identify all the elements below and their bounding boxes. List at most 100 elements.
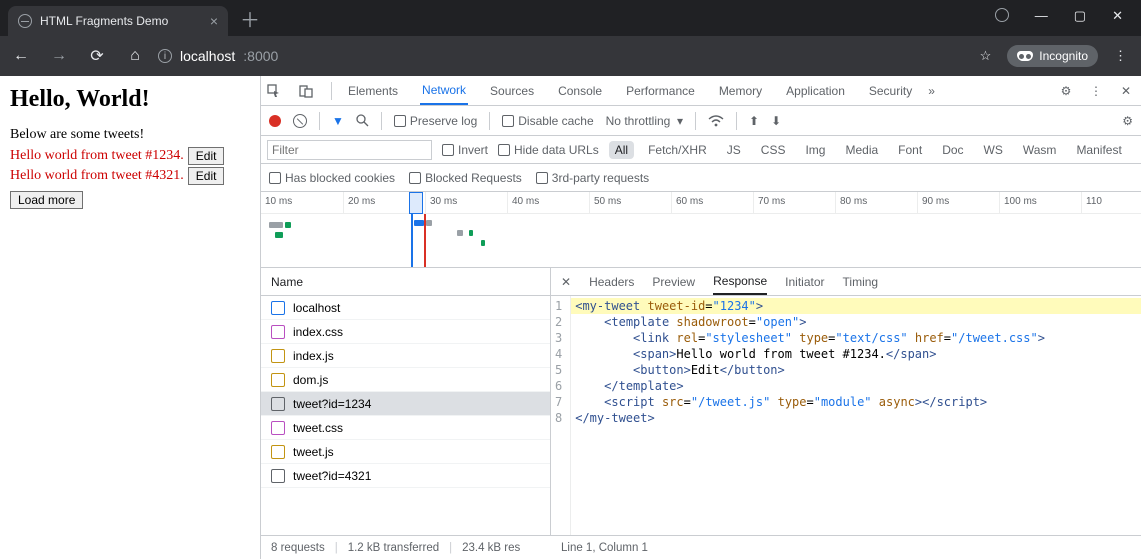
record-button[interactable] (269, 115, 281, 127)
network-split: Name localhost index.css index.js dom.js twe… (261, 268, 1141, 535)
request-list-header[interactable]: Name (261, 268, 550, 296)
close-tab-icon[interactable]: × (210, 13, 218, 29)
request-name: dom.js (293, 373, 328, 387)
page-intro: Below are some tweets! (10, 127, 250, 143)
titlebar: HTML Fragments Demo × ＋ — ▢ ✕ (0, 0, 1141, 36)
request-row[interactable]: tweet.css (261, 416, 550, 440)
code-line[interactable]: <my-tweet tweet-id="1234"> (571, 298, 1141, 314)
wifi-icon[interactable] (708, 115, 724, 127)
devtools-tab-elements[interactable]: Elements (346, 76, 400, 105)
devtools-tab-memory[interactable]: Memory (717, 76, 764, 105)
invert-checkbox[interactable]: Invert (442, 143, 488, 157)
close-detail-icon[interactable]: ✕ (561, 275, 571, 289)
request-row[interactable]: localhost (261, 296, 550, 320)
filter-type-wasm[interactable]: Wasm (1017, 141, 1063, 159)
request-detail: ✕ HeadersPreviewResponseInitiatorTiming … (551, 268, 1141, 535)
disable-cache-checkbox[interactable]: Disable cache (502, 114, 593, 128)
filter-type-other[interactable]: Other (1136, 141, 1141, 159)
detail-tab-initiator[interactable]: Initiator (785, 268, 824, 295)
clear-button[interactable] (293, 114, 307, 128)
edit-button[interactable]: Edit (188, 167, 225, 185)
request-name: index.css (293, 325, 343, 339)
filter-toggle-icon[interactable]: ▼ (332, 114, 344, 128)
code-line[interactable]: </template> (571, 378, 1141, 394)
preserve-log-checkbox[interactable]: Preserve log (394, 114, 477, 128)
tweet-row: Hello world from tweet #1234.Edit (10, 147, 250, 165)
filter-type-doc[interactable]: Doc (936, 141, 969, 159)
css-icon (271, 421, 285, 435)
status-requests: 8 requests (271, 542, 325, 554)
browser-menu-button[interactable]: ⋮ (1114, 48, 1127, 64)
request-row[interactable]: dom.js (261, 368, 550, 392)
browser-tab[interactable]: HTML Fragments Demo × (8, 6, 228, 36)
upload-icon[interactable]: ⬆ (749, 114, 759, 128)
detail-tab-headers[interactable]: Headers (589, 268, 634, 295)
request-name: localhost (293, 301, 340, 315)
devtools-tab-sources[interactable]: Sources (488, 76, 536, 105)
request-row[interactable]: tweet?id=4321 (261, 464, 550, 488)
devtools-tab-console[interactable]: Console (556, 76, 604, 105)
devtools-tab-application[interactable]: Application (784, 76, 847, 105)
third-party-checkbox[interactable]: 3rd-party requests (536, 171, 649, 185)
code-line[interactable]: </my-tweet> (571, 410, 1141, 426)
star-icon[interactable]: ☆ (980, 48, 992, 64)
settings-icon[interactable]: ⚙ (1057, 84, 1075, 98)
reload-button[interactable]: ⟳ (82, 46, 112, 66)
maximize-button[interactable]: ▢ (1074, 8, 1086, 24)
status-resources: 23.4 kB res (462, 542, 520, 554)
has-blocked-cookies-checkbox[interactable]: Has blocked cookies (269, 171, 395, 185)
url-field[interactable]: i localhost:8000 (158, 48, 278, 64)
detail-tab-preview[interactable]: Preview (652, 268, 695, 295)
back-button[interactable]: ← (6, 47, 36, 65)
edit-button[interactable]: Edit (188, 147, 225, 165)
filter-type-css[interactable]: CSS (755, 141, 792, 159)
minimize-button[interactable]: — (1035, 8, 1048, 24)
code-line[interactable]: <script src="/tweet.js" type="module" as… (571, 394, 1141, 410)
home-button[interactable]: ⌂ (120, 47, 150, 65)
filter-type-ws[interactable]: WS (978, 141, 1009, 159)
filter-input[interactable] (267, 140, 432, 160)
hide-data-urls-checkbox[interactable]: Hide data URLs (498, 143, 599, 157)
filter-type-js[interactable]: JS (721, 141, 747, 159)
filter-type-fetchxhr[interactable]: Fetch/XHR (642, 141, 713, 159)
network-timeline[interactable]: 10 ms20 ms30 ms40 ms50 ms60 ms70 ms80 ms… (261, 192, 1141, 268)
blocked-requests-checkbox[interactable]: Blocked Requests (409, 171, 522, 185)
filter-type-manifest[interactable]: Manifest (1070, 141, 1127, 159)
code-line[interactable]: <template shadowroot="open"> (571, 314, 1141, 330)
devtools-tab-performance[interactable]: Performance (624, 76, 697, 105)
devtools-tab-network[interactable]: Network (420, 76, 468, 105)
incognito-badge[interactable]: Incognito (1007, 45, 1098, 67)
filter-type-media[interactable]: Media (839, 141, 884, 159)
load-more-button[interactable]: Load more (10, 191, 83, 209)
request-row[interactable]: tweet.js (261, 440, 550, 464)
new-tab-button[interactable]: ＋ (240, 4, 260, 33)
filter-type-font[interactable]: Font (892, 141, 928, 159)
filter-type-img[interactable]: Img (799, 141, 831, 159)
device-icon[interactable] (299, 84, 317, 98)
request-name: tweet?id=4321 (293, 469, 371, 483)
throttling-select[interactable]: No throttling ▾ (606, 114, 683, 128)
network-filter-bar-2: Has blocked cookies Blocked Requests 3rd… (261, 164, 1141, 192)
response-code[interactable]: 12345678 <my-tweet tweet-id="1234"> <tem… (551, 296, 1141, 535)
close-devtools-icon[interactable]: ✕ (1117, 84, 1135, 98)
code-line[interactable]: <span>Hello world from tweet #1234.</spa… (571, 346, 1141, 362)
devtools-tab-security[interactable]: Security (867, 76, 914, 105)
detail-tab-response[interactable]: Response (713, 268, 767, 295)
inspect-icon[interactable] (267, 84, 285, 98)
devtools-tabbar: Elements Network Sources Console Performance… (261, 76, 1141, 106)
request-row[interactable]: tweet?id=1234 (261, 392, 550, 416)
info-icon[interactable]: i (158, 49, 172, 63)
more-tabs-icon[interactable]: » (928, 84, 935, 98)
filter-type-all[interactable]: All (609, 141, 634, 159)
detail-tab-timing[interactable]: Timing (843, 268, 879, 295)
close-window-button[interactable]: ✕ (1112, 8, 1123, 24)
devtools-menu-icon[interactable]: ⋮ (1087, 84, 1105, 98)
request-row[interactable]: index.css (261, 320, 550, 344)
network-filter-bar: Invert Hide data URLs All Fetch/XHR JS CSS I… (261, 136, 1141, 164)
request-row[interactable]: index.js (261, 344, 550, 368)
search-icon[interactable] (356, 114, 369, 127)
download-icon[interactable]: ⬇ (771, 114, 781, 128)
network-settings-icon[interactable]: ⚙ (1122, 114, 1133, 128)
code-line[interactable]: <link rel="stylesheet" type="text/css" h… (571, 330, 1141, 346)
code-line[interactable]: <button>Edit</button> (571, 362, 1141, 378)
